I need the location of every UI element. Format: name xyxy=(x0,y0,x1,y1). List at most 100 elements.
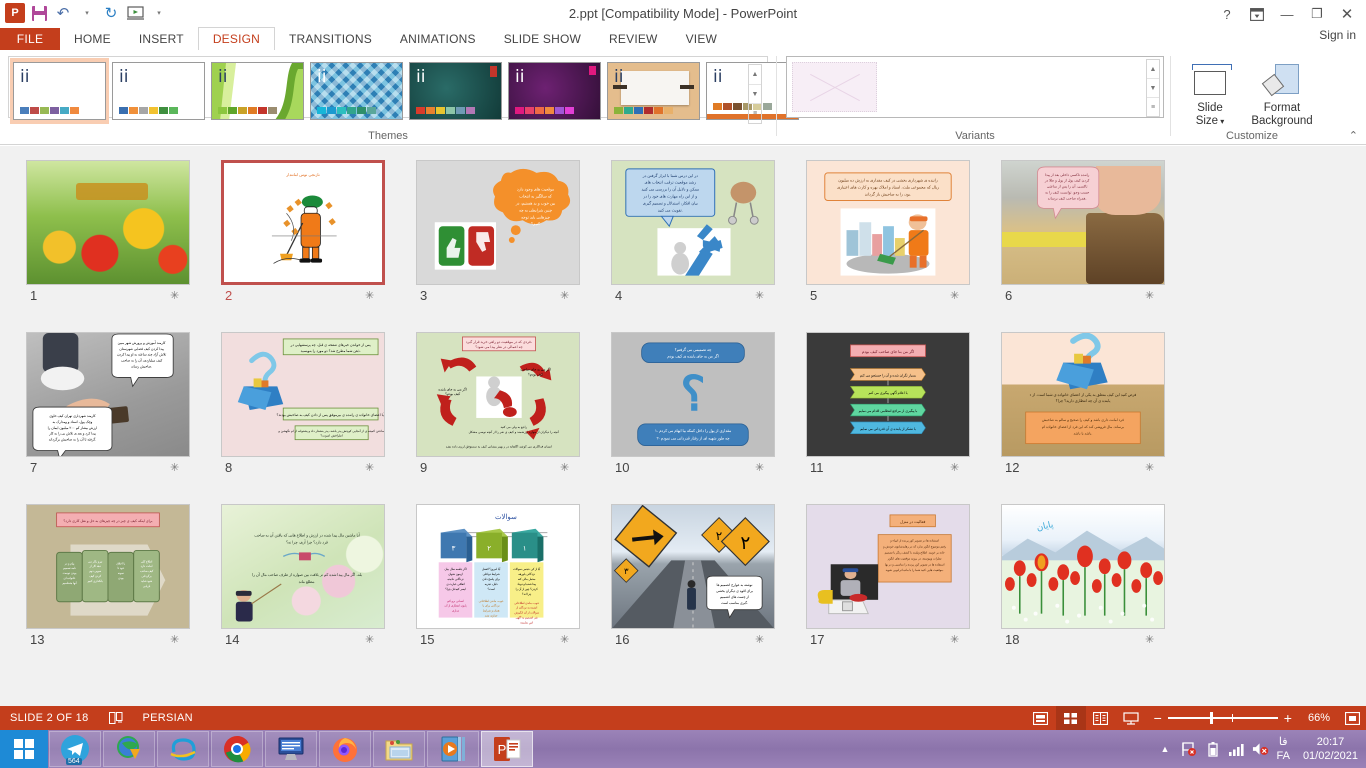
slide-cell-18[interactable]: پایان 18 ✳ xyxy=(993,500,1188,672)
zoom-level[interactable]: 66% xyxy=(1300,712,1338,724)
slide-cell-5[interactable]: راننده ی شهرداری بخشی در کیف مقداری به ا… xyxy=(798,156,993,328)
slide-cell-12[interactable]: • فرض کنید این کیف متعلق به یکی از اعضای… xyxy=(993,328,1188,500)
taskbar-firefox[interactable] xyxy=(319,731,371,767)
animation-indicator-icon[interactable]: ✳ xyxy=(170,461,179,474)
animation-indicator-icon[interactable]: ✳ xyxy=(1145,461,1154,474)
slide-thumbnail-16[interactable]: ۲ ۲ ۳ xyxy=(611,504,775,629)
taskbar-google-chrome[interactable] xyxy=(211,731,263,767)
taskbar-telegram[interactable]: 564 xyxy=(49,731,101,767)
taskbar-internet-explorer[interactable] xyxy=(157,731,209,767)
zoom-control[interactable]: − + xyxy=(1146,710,1300,726)
slide-thumbnail-15[interactable]: سوالات ۳ xyxy=(416,504,580,629)
zoom-slider[interactable] xyxy=(1168,717,1278,719)
tab-design[interactable]: DESIGN xyxy=(198,27,275,50)
tab-slide-show[interactable]: SLIDE SHOW xyxy=(490,28,595,50)
animation-indicator-icon[interactable]: ✳ xyxy=(170,633,179,646)
themes-gallery[interactable]: ii ii xyxy=(8,56,768,118)
slideshow-view-button[interactable] xyxy=(1116,706,1146,730)
tab-view[interactable]: VIEW xyxy=(672,28,731,50)
slide-thumbnail-18[interactable]: پایان xyxy=(1001,504,1165,629)
theme-green-wave[interactable]: ii xyxy=(211,62,304,120)
slide-cell-17[interactable]: فعالیت در منزل استفاده ها در تصویر کور پ… xyxy=(798,500,993,672)
slide-thumbnail-6[interactable]: راننده تاکسی داخلی بعد از پیدا کردن کیف … xyxy=(1001,160,1165,285)
animation-indicator-icon[interactable]: ✳ xyxy=(170,289,179,302)
slide-thumbnail-9[interactable]: فردی که در موقعیت دو راهی خرید قرار گیرد… xyxy=(416,332,580,457)
variants-gallery-scrollbar[interactable]: ▲ ▼ ≡ xyxy=(1146,59,1160,117)
variants-scroll-up-button[interactable]: ▲ xyxy=(1147,60,1159,79)
variants-scroll-down-button[interactable]: ▼ xyxy=(1147,79,1159,98)
slide-thumbnail-4[interactable]: در این درس شما با ابزار گرفتن در رشد موق… xyxy=(611,160,775,285)
zoom-out-button[interactable]: − xyxy=(1154,710,1162,726)
animation-indicator-icon[interactable]: ✳ xyxy=(560,461,569,474)
animation-indicator-icon[interactable]: ✳ xyxy=(755,461,764,474)
themes-scroll-up-button[interactable]: ▲ xyxy=(749,65,761,85)
slide-thumbnail-14[interactable]: آیا ماشین مال پیدا شده در ارزش و اطلاع ه… xyxy=(221,504,385,629)
tab-review[interactable]: REVIEW xyxy=(595,28,672,50)
animation-indicator-icon[interactable]: ✳ xyxy=(365,461,374,474)
taskbar-file-explorer[interactable] xyxy=(373,731,425,767)
theme-dark-teal[interactable]: ii xyxy=(409,62,502,120)
slide-thumbnail-17[interactable]: فعالیت در منزل استفاده ها در تصویر کور پ… xyxy=(806,504,970,629)
slide-cell-13[interactable]: برای اینکه کیف ی چیز در چه چیزهای به حل … xyxy=(18,500,213,672)
collapse-ribbon-button[interactable]: ⌃ xyxy=(1349,129,1358,142)
variants-more-button[interactable]: ≡ xyxy=(1147,98,1159,116)
taskbar-powerpoint[interactable]: P xyxy=(481,731,533,767)
reading-view-button[interactable] xyxy=(1086,706,1116,730)
slide-thumbnail-7[interactable]: کارمند آموزش و پرورش شهر مبین پیدا کردن … xyxy=(26,332,190,457)
tab-home[interactable]: HOME xyxy=(60,28,125,50)
minimize-button[interactable]: — xyxy=(1272,1,1302,27)
help-button[interactable]: ? xyxy=(1212,1,1242,27)
ribbon-display-options-button[interactable] xyxy=(1242,1,1272,27)
start-button[interactable] xyxy=(0,730,48,768)
animation-indicator-icon[interactable]: ✳ xyxy=(950,461,959,474)
slide-thumbnail-3[interactable]: موقعیت های وجود دارد که سالگیر به انتخاب… xyxy=(416,160,580,285)
volume-muted-icon[interactable] xyxy=(1252,741,1269,758)
theme-facet[interactable]: ii xyxy=(112,62,205,120)
slide-thumbnail-11[interactable]: اگر من بنا جای صاحب کیف بودم بسیار نگران… xyxy=(806,332,970,457)
theme-blue-pattern[interactable]: ii xyxy=(310,62,403,120)
slide-cell-11[interactable]: اگر من بنا جای صاحب کیف بودم بسیار نگران… xyxy=(798,328,993,500)
animation-indicator-icon[interactable]: ✳ xyxy=(365,289,374,302)
fit-to-window-button[interactable] xyxy=(1338,706,1366,730)
taskbar-internet-download-manager[interactable] xyxy=(103,731,155,767)
slide-cell-15[interactable]: سوالات ۳ xyxy=(408,500,603,672)
themes-scroll-down-button[interactable]: ▼ xyxy=(749,85,761,105)
variant-item-1[interactable] xyxy=(792,62,877,112)
slide-cell-9[interactable]: فردی که در موقعیت دو راهی خرید قرار گیرد… xyxy=(408,328,603,500)
slide-thumbnail-5[interactable]: راننده ی شهرداری بخشی در کیف مقداری به ا… xyxy=(806,160,970,285)
tab-animations[interactable]: ANIMATIONS xyxy=(386,28,490,50)
slide-cell-3[interactable]: موقعیت های وجود دارد که سالگیر به انتخاب… xyxy=(408,156,603,328)
tab-insert[interactable]: INSERT xyxy=(125,28,198,50)
slide-cell-7[interactable]: کارمند آموزش و پرورش شهر مبین پیدا کردن … xyxy=(18,328,213,500)
slide-thumbnail-10[interactable]: چه تصمیمی می گرفتم؟ اگر من به جای یابنده… xyxy=(611,332,775,457)
slide-cell-2[interactable]: نازنجی نوس امانتدار xyxy=(213,156,408,328)
slide-cell-1[interactable]: 1 ✳ xyxy=(18,156,213,328)
slide-cell-16[interactable]: ۲ ۲ ۳ xyxy=(603,500,798,672)
battery-icon[interactable] xyxy=(1204,741,1221,758)
zoom-in-button[interactable]: + xyxy=(1284,710,1292,726)
clock[interactable]: 20:17 01/02/2021 xyxy=(1299,735,1358,763)
animation-indicator-icon[interactable]: ✳ xyxy=(365,633,374,646)
slide-counter[interactable]: SLIDE 2 OF 18 xyxy=(0,706,99,730)
language-tray[interactable]: فا FA xyxy=(1276,735,1291,763)
slide-thumbnail-12[interactable]: • فرض کنید این کیف متعلق به یکی از اعضای… xyxy=(1001,332,1165,457)
restore-button[interactable]: ❐ xyxy=(1302,1,1332,27)
notes-icon[interactable] xyxy=(99,706,133,730)
themes-gallery-scrollbar[interactable]: ▲ ▼ ≡ xyxy=(748,64,762,124)
animation-indicator-icon[interactable]: ✳ xyxy=(950,633,959,646)
themes-more-button[interactable]: ≡ xyxy=(749,104,761,123)
tab-file[interactable]: FILE xyxy=(0,28,60,50)
slide-thumbnail-8[interactable]: پس از خواندن خبرهای صفحه ی قبل، چه پرسشه… xyxy=(221,332,385,457)
normal-view-button[interactable] xyxy=(1026,706,1056,730)
variants-gallery[interactable]: ▲ ▼ ≡ xyxy=(786,56,1164,118)
format-background-button[interactable]: Format Background xyxy=(1236,58,1328,128)
show-hidden-icons-button[interactable]: ▲ xyxy=(1156,741,1173,758)
animation-indicator-icon[interactable]: ✳ xyxy=(1145,289,1154,302)
animation-indicator-icon[interactable]: ✳ xyxy=(950,289,959,302)
slide-size-button[interactable]: Slide Size ▾ xyxy=(1182,58,1238,128)
network-signal-icon[interactable] xyxy=(1228,741,1245,758)
animation-indicator-icon[interactable]: ✳ xyxy=(1145,633,1154,646)
animation-indicator-icon[interactable]: ✳ xyxy=(560,289,569,302)
slide-cell-8[interactable]: پس از خواندن خبرهای صفحه ی قبل، چه پرسشه… xyxy=(213,328,408,500)
theme-purple[interactable]: ii xyxy=(508,62,601,120)
